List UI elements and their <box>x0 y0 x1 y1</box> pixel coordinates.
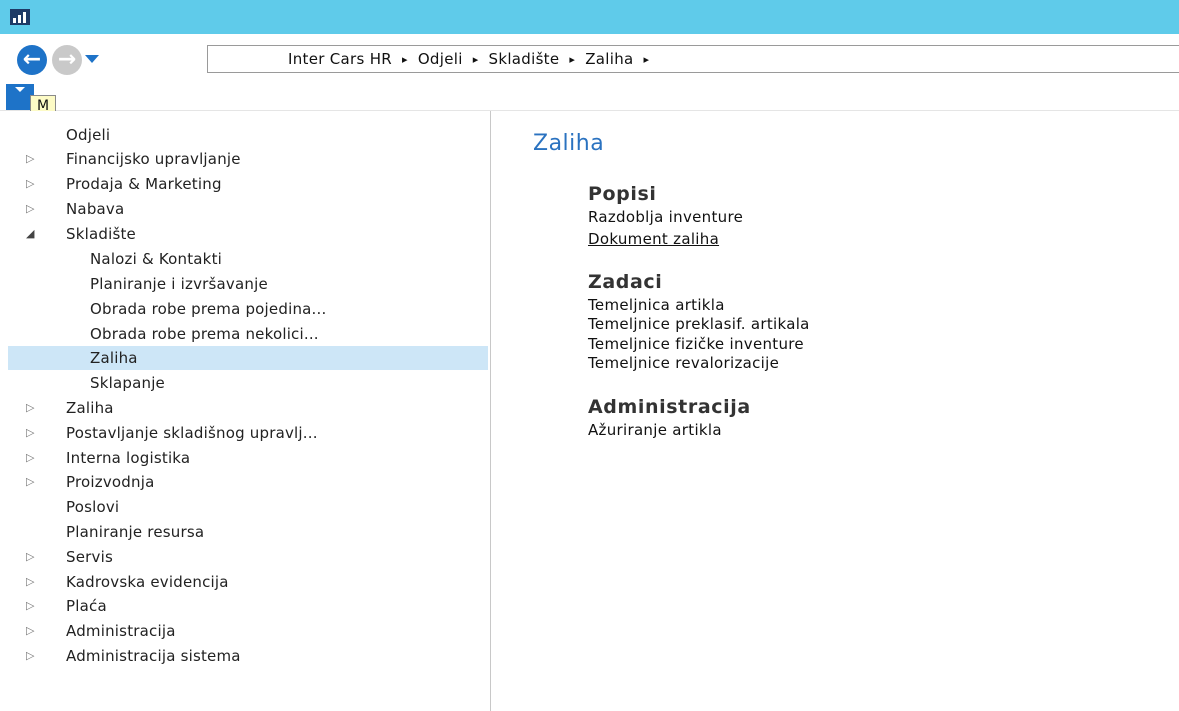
sidebar-item-postavljanje-skladisnog[interactable]: ▷ Postavljanje skladišnog upravlj... <box>8 421 488 445</box>
breadcrumb-separator-icon[interactable]: ▸ <box>569 53 575 66</box>
expand-arrow-icon: ▷ <box>26 550 35 563</box>
link-temeljnice-fizicke-inventure[interactable]: Temeljnice fizičke inventure <box>588 335 804 353</box>
expand-arrow-icon: ▷ <box>26 177 35 190</box>
navigation-pane: Odjeli ▷ Financijsko upravljanje ▷ Prodaja… <box>0 111 491 711</box>
sidebar-item-label: Poslovi <box>66 498 120 516</box>
sidebar-item-financijsko-upravljanje[interactable]: ▷ Financijsko upravljanje <box>8 147 488 171</box>
sidebar-item-label: Zaliha <box>66 399 114 417</box>
arrow-left-icon: ← <box>22 47 42 72</box>
sidebar-item-label: Obrada robe prema nekolici... <box>90 325 319 343</box>
group-title-popisi: Popisi <box>588 183 657 205</box>
breadcrumb-inventory[interactable]: Zaliha <box>585 50 633 68</box>
sidebar-item-proizvodnja[interactable]: ▷ Proizvodnja <box>8 470 488 494</box>
chevron-down-icon <box>15 87 25 92</box>
breadcrumb-warehouse[interactable]: Skladište <box>489 50 560 68</box>
expand-arrow-icon: ▷ <box>26 426 35 439</box>
sidebar-item-label: Planiranje resursa <box>66 523 205 541</box>
sidebar-item-label: Skladište <box>66 225 136 243</box>
sidebar-item-administracija-sistema[interactable]: ▷ Administracija sistema <box>8 644 488 668</box>
expand-arrow-icon: ▷ <box>26 202 35 215</box>
sidebar-item-label: Administracija <box>66 622 176 640</box>
link-temeljnice-preklasif[interactable]: Temeljnice preklasif. artikala <box>588 315 810 333</box>
sidebar-item-label: Financijsko upravljanje <box>66 150 241 168</box>
sidebar-item-label: Kadrovska evidencija <box>66 573 229 591</box>
breadcrumb: Inter Cars HR ▸ Odjeli ▸ Skladište ▸ Zaliha ▸ <box>288 50 659 68</box>
forward-button[interactable]: → <box>52 45 82 75</box>
sidebar-item-label: Odjeli <box>66 126 111 144</box>
sidebar-item-label: Nabava <box>66 200 125 218</box>
sidebar-item-kadrovska-evidencija[interactable]: ▷ Kadrovska evidencija <box>8 570 488 594</box>
sidebar-item-label: Obrada robe prema pojedina... <box>90 300 327 318</box>
sidebar-item-label: Plaća <box>66 597 107 615</box>
link-temeljnica-artikla[interactable]: Temeljnica artikla <box>588 296 725 314</box>
expand-arrow-icon: ▷ <box>26 401 35 414</box>
sidebar-item-label: Planiranje i izvršavanje <box>90 275 268 293</box>
expand-arrow-icon: ▷ <box>26 451 35 464</box>
sidebar-item-placa[interactable]: ▷ Plaća <box>8 594 488 618</box>
sidebar-item-odjeli[interactable]: Odjeli <box>8 123 488 147</box>
breadcrumb-separator-icon[interactable]: ▸ <box>473 53 479 66</box>
link-temeljnice-revalorizacije[interactable]: Temeljnice revalorizacije <box>588 354 779 372</box>
sidebar-item-label: Administracija sistema <box>66 647 241 665</box>
history-dropdown-button[interactable] <box>85 55 99 63</box>
sidebar-item-planiranje-resursa[interactable]: Planiranje resursa <box>8 520 488 544</box>
sidebar-subitem-planiranje-izvrsavanje[interactable]: Planiranje i izvršavanje <box>8 272 488 296</box>
title-bar <box>0 0 1179 34</box>
sidebar-item-label: Interna logistika <box>66 449 191 467</box>
sidebar-item-interna-logistika[interactable]: ▷ Interna logistika <box>8 446 488 470</box>
sidebar-subitem-obrada-nekoliko[interactable]: Obrada robe prema nekolici... <box>8 322 488 346</box>
sidebar-item-label: Servis <box>66 548 113 566</box>
expand-arrow-icon: ▷ <box>26 475 35 488</box>
sidebar-subitem-sklapanje[interactable]: Sklapanje <box>8 371 488 395</box>
sidebar-item-label: Sklapanje <box>90 374 165 392</box>
sidebar-item-nabava[interactable]: ▷ Nabava <box>8 197 488 221</box>
breadcrumb-company[interactable]: Inter Cars HR <box>288 50 392 68</box>
expand-arrow-icon: ▷ <box>26 624 35 637</box>
expand-arrow-icon: ▷ <box>26 599 35 612</box>
group-title-zadaci: Zadaci <box>588 271 663 293</box>
expand-arrow-icon: ▷ <box>26 575 35 588</box>
sidebar-item-administracija[interactable]: ▷ Administracija <box>8 619 488 643</box>
sidebar-subitem-zaliha-selected[interactable]: Zaliha <box>8 346 488 370</box>
sidebar-item-servis[interactable]: ▷ Servis <box>8 545 488 569</box>
back-button[interactable]: ← <box>17 45 47 75</box>
link-azuriranje-artikla[interactable]: Ažuriranje artikla <box>588 421 722 439</box>
page-title: Zaliha <box>533 131 605 156</box>
sidebar-item-zaliha[interactable]: ▷ Zaliha <box>8 396 488 420</box>
sidebar-item-poslovi[interactable]: Poslovi <box>8 495 488 519</box>
collapse-arrow-icon: ◢ <box>26 227 35 240</box>
breadcrumb-separator-icon[interactable]: ▸ <box>402 53 408 66</box>
link-dokument-zaliha[interactable]: Dokument zaliha <box>588 230 719 248</box>
sidebar-item-label: Prodaja & Marketing <box>66 175 222 193</box>
navigation-bar: ← → Inter Cars HR ▸ Odjeli ▸ Skladište ▸ Zalih… <box>0 34 1179 84</box>
group-title-administracija: Administracija <box>588 396 751 418</box>
sidebar-item-prodaja-marketing[interactable]: ▷ Prodaja & Marketing <box>8 172 488 196</box>
expand-arrow-icon: ▷ <box>26 649 35 662</box>
expand-arrow-icon: ▷ <box>26 152 35 165</box>
breadcrumb-departments[interactable]: Odjeli <box>418 50 463 68</box>
sidebar-item-skladiste[interactable]: ◢ Skladište <box>8 222 488 246</box>
address-bar[interactable]: Inter Cars HR ▸ Odjeli ▸ Skladište ▸ Zaliha ▸ <box>207 45 1179 73</box>
sidebar-subitem-obrada-pojedinacno[interactable]: Obrada robe prema pojedina... <box>8 297 488 321</box>
sidebar-subitem-nalozi-kontakti[interactable]: Nalozi & Kontakti <box>8 247 488 271</box>
content-area: Zaliha Popisi Razdoblja inventure Dokume… <box>491 111 1179 711</box>
link-razdoblja-inventure[interactable]: Razdoblja inventure <box>588 208 743 226</box>
sidebar-item-label: Zaliha <box>90 349 138 367</box>
arrow-right-icon: → <box>57 47 77 72</box>
breadcrumb-separator-icon[interactable]: ▸ <box>644 53 650 66</box>
chart-logo-icon <box>10 9 30 25</box>
sidebar-item-label: Postavljanje skladišnog upravlj... <box>66 424 318 442</box>
menu-bar <box>0 84 1179 111</box>
sidebar-item-label: Nalozi & Kontakti <box>90 250 223 268</box>
sidebar-item-label: Proizvodnja <box>66 473 155 491</box>
